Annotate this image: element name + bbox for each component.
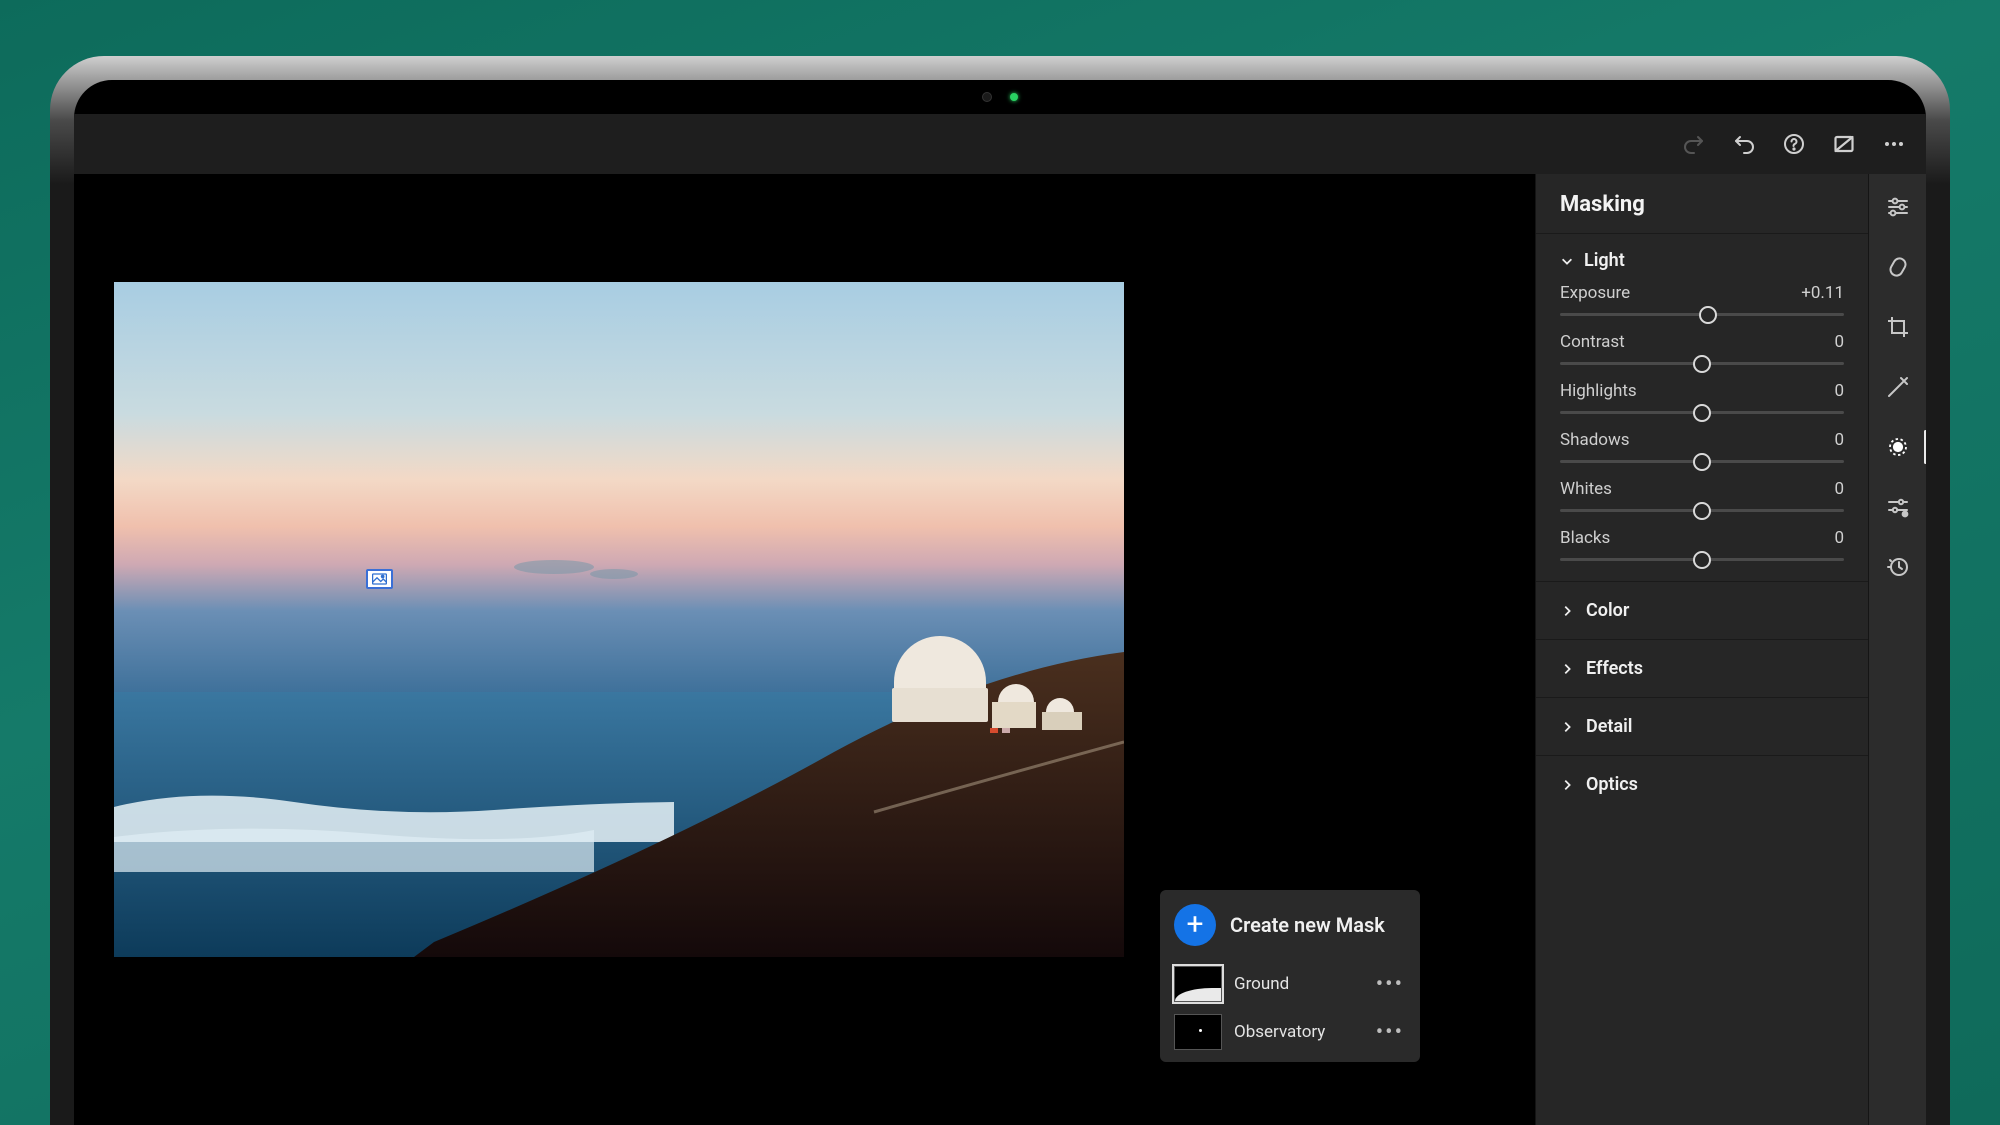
mask-item-label: Ground: [1234, 974, 1362, 994]
slider-track[interactable]: [1560, 558, 1844, 561]
undo-icon[interactable]: [1730, 130, 1758, 158]
slider-thumb[interactable]: [1693, 502, 1711, 520]
app-screen: Masking Light Exposure+0.11Contrast0High…: [74, 80, 1926, 1125]
section-label: Optics: [1586, 774, 1638, 795]
section-label: Detail: [1586, 716, 1632, 737]
slider-track[interactable]: [1560, 460, 1844, 463]
mask-item[interactable]: Ground •••: [1172, 960, 1408, 1008]
help-icon[interactable]: [1780, 130, 1808, 158]
section-label: Color: [1586, 600, 1629, 621]
camera-led: [1010, 93, 1018, 101]
masking-panel: Masking Light Exposure+0.11Contrast0High…: [1535, 174, 1868, 1125]
slider-label: Whites: [1560, 479, 1612, 499]
mask-item-label: Observatory: [1234, 1022, 1362, 1042]
crop-tool-icon[interactable]: [1883, 312, 1913, 342]
section-detail[interactable]: Detail: [1536, 697, 1868, 755]
slider-value: 0: [1834, 332, 1844, 352]
workspace: Masking Light Exposure+0.11Contrast0High…: [74, 174, 1926, 1125]
more-icon[interactable]: [1880, 130, 1908, 158]
panel-title: Masking: [1536, 174, 1868, 233]
mask-thumb[interactable]: [1174, 1014, 1222, 1050]
presets-tool-icon[interactable]: [1883, 492, 1913, 522]
create-mask-row[interactable]: + Create new Mask: [1172, 900, 1408, 960]
slider-value: 0: [1834, 528, 1844, 548]
mask-tool-icon[interactable]: [1883, 432, 1913, 462]
slider-value: 0: [1834, 430, 1844, 450]
slider-track[interactable]: [1560, 509, 1844, 512]
create-mask-label: Create new Mask: [1230, 913, 1385, 937]
section-color[interactable]: Color: [1536, 581, 1868, 639]
slider-thumb[interactable]: [1693, 355, 1711, 373]
compare-icon[interactable]: [1830, 130, 1858, 158]
section-light-header[interactable]: Light: [1560, 250, 1844, 271]
history-tool-icon[interactable]: [1883, 552, 1913, 582]
mask-item-more-icon[interactable]: •••: [1374, 1020, 1406, 1045]
slider-value: 0: [1834, 381, 1844, 401]
photo-preview[interactable]: [114, 282, 1124, 957]
slider-label: Shadows: [1560, 430, 1630, 450]
slider-track[interactable]: [1560, 362, 1844, 365]
create-mask-plus-button[interactable]: +: [1174, 904, 1216, 946]
laptop-frame: Masking Light Exposure+0.11Contrast0High…: [50, 56, 1950, 1125]
slider-track[interactable]: [1560, 411, 1844, 414]
mask-list-popup: + Create new Mask Ground ••• Observatory ••…: [1160, 890, 1420, 1062]
slider-thumb[interactable]: [1693, 551, 1711, 569]
brush-tool-icon[interactable]: [1883, 372, 1913, 402]
tool-rail: [1868, 174, 1926, 1125]
section-effects[interactable]: Effects: [1536, 639, 1868, 697]
slider-value: 0: [1834, 479, 1844, 499]
slider-label: Exposure: [1560, 283, 1630, 303]
slider-track[interactable]: [1560, 313, 1844, 316]
slider-thumb[interactable]: [1693, 404, 1711, 422]
slider-highlights: Highlights 0: [1560, 369, 1844, 418]
mask-item-more-icon[interactable]: •••: [1374, 972, 1406, 997]
image-pin-icon[interactable]: [366, 569, 393, 589]
slider-shadows: Shadows 0: [1560, 418, 1844, 467]
adjust-tool-icon[interactable]: [1883, 192, 1913, 222]
redo-icon: [1680, 130, 1708, 158]
slider-thumb[interactable]: [1693, 453, 1711, 471]
section-label: Effects: [1586, 658, 1643, 679]
slider-label: Contrast: [1560, 332, 1625, 352]
camera-lens: [982, 92, 992, 102]
mask-item[interactable]: Observatory •••: [1172, 1008, 1408, 1056]
heal-tool-icon[interactable]: [1883, 252, 1913, 282]
slider-label: Highlights: [1560, 381, 1637, 401]
camera-bar: [982, 92, 1018, 102]
slider-value: +0.11: [1801, 283, 1844, 303]
slider-blacks: Blacks 0: [1560, 516, 1844, 565]
section-light: Light Exposure+0.11Contrast0Highlights0S…: [1536, 233, 1868, 581]
slider-thumb[interactable]: [1699, 306, 1717, 324]
top-toolbar: [74, 114, 1926, 174]
slider-whites: Whites 0: [1560, 467, 1844, 516]
slider-contrast: Contrast 0: [1560, 320, 1844, 369]
section-optics[interactable]: Optics: [1536, 755, 1868, 813]
section-light-label: Light: [1584, 250, 1625, 271]
slider-label: Blacks: [1560, 528, 1610, 548]
mask-thumb[interactable]: [1174, 966, 1222, 1002]
slider-exposure: Exposure +0.11: [1560, 271, 1844, 320]
